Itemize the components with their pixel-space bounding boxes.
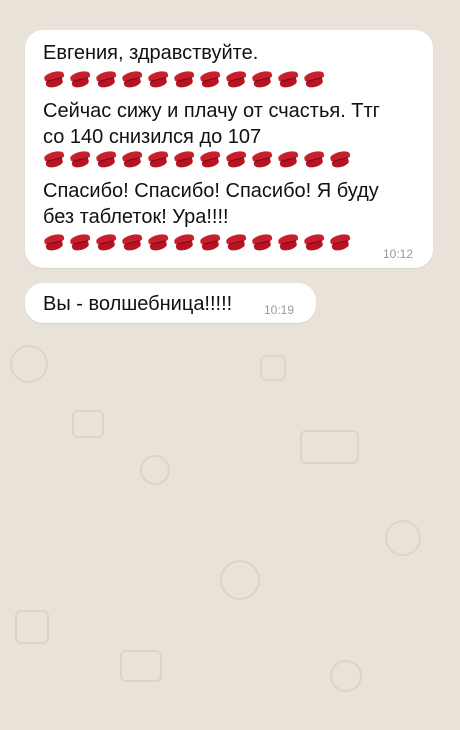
kiss-mark-icon (277, 69, 299, 89)
doodle-square (72, 410, 104, 438)
message-bubble[interactable]: Евгения, здравствуйте. Сейчас сижу и пла… (25, 30, 433, 268)
kiss-mark-icon (69, 232, 91, 252)
kiss-emoji-row (43, 232, 351, 258)
kiss-mark-icon (173, 232, 195, 252)
kiss-mark-icon (199, 232, 221, 252)
message-line: Евгения, здравствуйте. (43, 42, 259, 64)
kiss-mark-icon (251, 149, 273, 169)
kiss-emoji-row (43, 149, 351, 175)
kiss-mark-icon (199, 149, 221, 169)
kiss-mark-icon (225, 69, 247, 89)
kiss-mark-icon (121, 69, 143, 89)
kiss-mark-icon (121, 232, 143, 252)
message-line: Вы - волшебница!!!!! (43, 293, 233, 315)
message-bubble[interactable]: Вы - волшебница!!!!! 10:19 (25, 283, 316, 323)
kiss-mark-icon (147, 149, 169, 169)
kiss-mark-icon (303, 149, 325, 169)
kiss-mark-icon (173, 69, 195, 89)
kiss-mark-icon (95, 69, 117, 89)
doodle-circle (10, 345, 48, 383)
kiss-mark-icon (69, 149, 91, 169)
kiss-mark-icon (329, 149, 351, 169)
kiss-mark-icon (329, 232, 351, 252)
message-line: со 140 снизился до 107 (43, 126, 262, 148)
kiss-mark-icon (173, 149, 195, 169)
doodle-square (260, 355, 286, 381)
kiss-mark-icon (43, 149, 65, 169)
doodle-circle (385, 520, 421, 556)
kiss-mark-icon (225, 149, 247, 169)
message-line: без таблеток! Ура!!!! (43, 206, 229, 228)
kiss-mark-icon (121, 149, 143, 169)
kiss-mark-icon (277, 232, 299, 252)
kiss-emoji-row (43, 69, 325, 95)
kiss-mark-icon (251, 69, 273, 89)
message-time: 10:12 (383, 247, 414, 261)
kiss-mark-icon (251, 232, 273, 252)
doodle-circle (220, 560, 260, 600)
kiss-mark-icon (303, 232, 325, 252)
doodle-square (300, 430, 359, 464)
kiss-mark-icon (147, 232, 169, 252)
kiss-mark-icon (95, 232, 117, 252)
kiss-mark-icon (199, 69, 221, 89)
message-line: Спасибо! Спасибо! Спасибо! Я буду (43, 180, 379, 202)
doodle-square (120, 650, 162, 682)
doodle-square (15, 610, 49, 644)
kiss-mark-icon (43, 69, 65, 89)
kiss-mark-icon (95, 149, 117, 169)
kiss-mark-icon (303, 69, 325, 89)
message-time: 10:19 (264, 303, 295, 317)
doodle-circle (140, 455, 170, 485)
kiss-mark-icon (225, 232, 247, 252)
kiss-mark-icon (69, 69, 91, 89)
message-line: Сейчас сижу и плачу от счастья. Ттг (43, 100, 380, 122)
doodle-circle (330, 660, 362, 692)
kiss-mark-icon (277, 149, 299, 169)
kiss-mark-icon (147, 69, 169, 89)
kiss-mark-icon (43, 232, 65, 252)
